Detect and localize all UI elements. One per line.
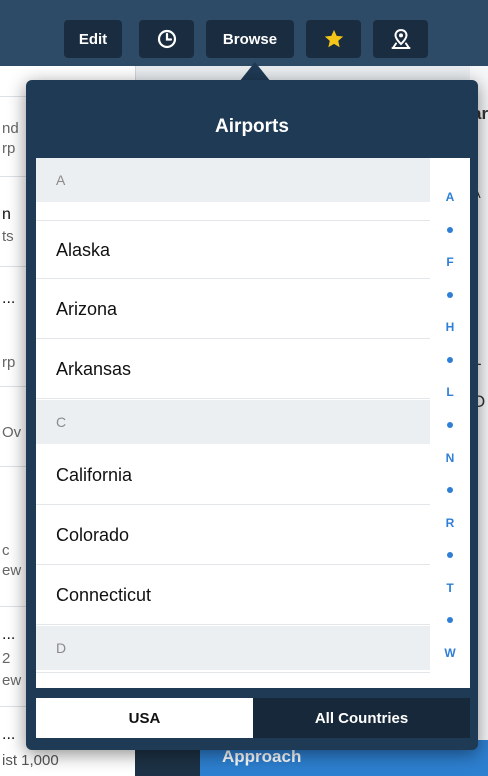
index-letter-a[interactable]: A: [446, 190, 455, 204]
edit-button[interactable]: Edit: [64, 20, 122, 58]
popover-title: Airports: [215, 116, 289, 137]
top-toolbar: Edit Browse: [0, 0, 488, 66]
index-dot[interactable]: [447, 487, 453, 494]
map-pin-icon: [391, 28, 410, 49]
history-button[interactable]: [139, 20, 194, 58]
index-dot[interactable]: [447, 421, 453, 428]
list-item-alaska[interactable]: Alaska: [36, 220, 430, 279]
popover-arrow: [239, 62, 271, 82]
airport-region-list[interactable]: A Alaska Arizona Arkansas C California C…: [36, 158, 470, 688]
browse-button[interactable]: Browse: [206, 20, 294, 58]
browse-label: Browse: [222, 30, 278, 48]
bg-fragment: nd: [2, 120, 19, 137]
list-item-connecticut[interactable]: Connecticut: [36, 566, 430, 625]
airports-popover: Airports A Alaska Arizona Arkansas C Cal…: [26, 80, 478, 750]
list-item-arizona[interactable]: Arizona: [36, 280, 430, 339]
bg-fragment: rp: [2, 140, 16, 157]
favorites-button[interactable]: [306, 20, 361, 58]
bg-fragment: ...: [2, 626, 16, 643]
section-header-a: A: [36, 158, 430, 202]
bg-fragment: rp: [2, 354, 16, 371]
index-dot[interactable]: [447, 617, 453, 624]
index-letter-t[interactable]: T: [446, 581, 453, 595]
bg-fragment: c: [2, 542, 10, 559]
bg-fragment: ist 1,000: [2, 752, 59, 769]
star-icon: [324, 29, 343, 48]
bg-fragment: ts: [2, 228, 14, 245]
index-dot[interactable]: [447, 226, 453, 233]
section-header-d: D: [36, 626, 430, 670]
country-segmented-control: USA All Countries: [36, 698, 470, 738]
index-dot[interactable]: [447, 356, 453, 363]
list-item[interactable]: [36, 672, 430, 688]
list-item-california[interactable]: California: [36, 446, 430, 505]
segment-usa[interactable]: USA: [36, 698, 253, 738]
index-letter-l[interactable]: L: [446, 385, 453, 399]
list-item-colorado[interactable]: Colorado: [36, 506, 430, 565]
bg-fragment: Ov: [2, 424, 22, 441]
map-button[interactable]: [373, 20, 428, 58]
index-letter-f[interactable]: F: [446, 255, 453, 269]
index-letter-n[interactable]: N: [446, 451, 455, 465]
index-dot[interactable]: [447, 552, 453, 559]
section-index[interactable]: A F H L N R T W: [434, 190, 466, 660]
index-letter-w[interactable]: W: [444, 646, 455, 660]
list-item-arkansas[interactable]: Arkansas: [36, 340, 430, 399]
bg-fragment: 2: [2, 650, 11, 667]
edit-label: Edit: [78, 30, 108, 48]
bg-fragment: n: [2, 206, 11, 223]
segment-all-countries[interactable]: All Countries: [253, 698, 470, 738]
index-dot[interactable]: [447, 291, 453, 298]
bg-fragment: ew: [2, 672, 22, 689]
index-letter-r[interactable]: R: [446, 516, 455, 530]
bg-fragment: ew: [2, 562, 22, 579]
bg-fragment: ...: [2, 290, 16, 307]
section-header-c: C: [36, 400, 430, 444]
bg-fragment: ...: [2, 726, 16, 743]
index-letter-h[interactable]: H: [446, 320, 455, 334]
clock-icon: [157, 29, 176, 49]
